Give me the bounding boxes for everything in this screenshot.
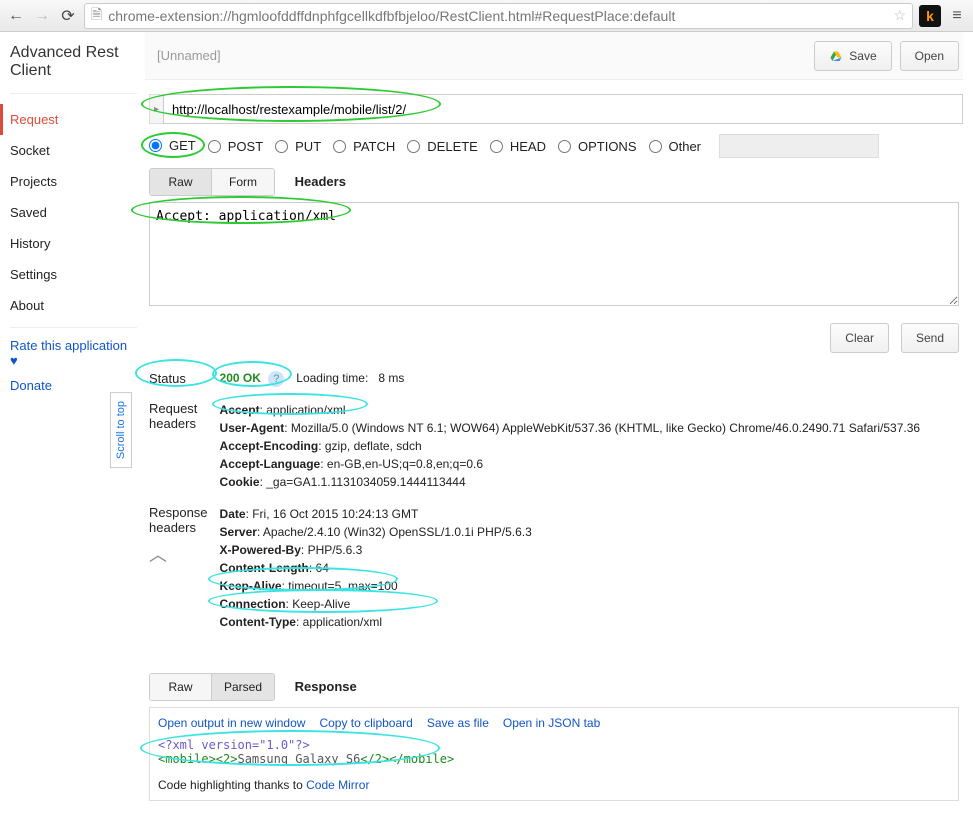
header-line: Accept-Encoding: gzip, deflate, sdch (220, 437, 955, 455)
response-tab-raw[interactable]: Raw (150, 674, 212, 700)
hamburger-icon[interactable]: ≡ (947, 7, 967, 25)
request-headers-label: Request headers (149, 399, 220, 493)
method-other-input[interactable] (719, 134, 879, 158)
header-line: X-Powered-By: PHP/5.6.3 (220, 541, 955, 559)
back-icon[interactable]: ← (6, 7, 26, 25)
header-line: Content-Type: application/xml (220, 613, 955, 631)
extension-k-icon[interactable]: k (919, 5, 941, 27)
url-expand-icon[interactable]: ▸ (149, 94, 163, 124)
omnibox-text: chrome-extension://hgmloofddffdnphfgcell… (108, 8, 887, 24)
star-icon[interactable]: ☆ (893, 7, 906, 24)
divider (10, 93, 137, 94)
response-headers-label: Response headers ︿ (149, 503, 220, 633)
method-radio-patch[interactable] (333, 140, 346, 153)
code-mirror-link[interactable]: Code Mirror (306, 778, 369, 792)
nav-item-saved[interactable]: Saved (10, 197, 137, 228)
url-row: ▸ (149, 94, 963, 124)
response-tab-parsed[interactable]: Parsed (212, 674, 274, 700)
method-put[interactable]: PUT (275, 139, 321, 154)
method-radio-other[interactable] (649, 140, 662, 153)
method-radio-head[interactable] (490, 140, 503, 153)
nav-item-history[interactable]: History (10, 228, 137, 259)
method-get[interactable]: GET (149, 138, 196, 153)
loading-time-label: Loading time: (296, 371, 368, 385)
status-label: Status (149, 371, 186, 386)
method-head[interactable]: HEAD (490, 139, 546, 154)
response-box: Open output in new window Copy to clipbo… (149, 707, 959, 801)
info-icon[interactable]: ? (268, 371, 284, 387)
forward-icon[interactable]: → (32, 7, 52, 25)
header-line: Cookie: _ga=GA1.1.1131034059.1444113444 (220, 473, 955, 491)
save-file-link[interactable]: Save as file (427, 716, 489, 730)
status-value: 200 OK ? (220, 369, 297, 389)
method-post[interactable]: POST (208, 139, 263, 154)
send-button[interactable]: Send (901, 323, 959, 353)
method-radio-delete[interactable] (407, 140, 420, 153)
header-line: Date: Fri, 16 Oct 2015 10:24:13 GMT (220, 505, 955, 523)
method-radio-post[interactable] (208, 140, 221, 153)
headers-tab-raw[interactable]: Raw (150, 169, 212, 195)
chevron-up-icon[interactable]: ︿ (149, 541, 167, 567)
nav-item-settings[interactable]: Settings (10, 259, 137, 290)
scroll-to-top[interactable]: Scroll to top (110, 392, 132, 468)
headers-label: Headers (295, 174, 346, 189)
open-button[interactable]: Open (900, 41, 959, 71)
header-line: User-Agent: Mozilla/5.0 (Windows NT 6.1;… (220, 419, 955, 437)
clear-button[interactable]: Clear (830, 323, 889, 353)
credit-line: Code highlighting thanks to Code Mirror (158, 778, 950, 792)
app-title: Advanced Rest Client (10, 44, 137, 79)
response-body: <?xml version="1.0"?> <mobile><2>Samsung… (158, 738, 950, 766)
header-line: Connection: Keep-Alive (220, 595, 955, 613)
divider (10, 327, 137, 328)
reload-icon[interactable]: ⟳ (58, 6, 78, 26)
method-patch[interactable]: PATCH (333, 139, 395, 154)
nav-item-projects[interactable]: Projects (10, 166, 137, 197)
open-json-tab-link[interactable]: Open in JSON tab (503, 716, 600, 730)
method-delete[interactable]: DELETE (407, 139, 478, 154)
method-other[interactable]: Other (649, 139, 702, 154)
nav-item-about[interactable]: About (10, 290, 137, 321)
page-icon: 🗎 (91, 4, 102, 28)
header-line: Content-Length: 64 (220, 559, 955, 577)
save-button[interactable]: Save (814, 41, 891, 71)
donate-link[interactable]: Donate (10, 378, 137, 393)
status-text: OK (243, 371, 261, 385)
header-line: Accept: application/xml (220, 401, 955, 419)
copy-clipboard-link[interactable]: Copy to clipboard (319, 716, 412, 730)
save-button-label: Save (849, 49, 876, 63)
response-label: Response (295, 679, 357, 694)
browser-toolbar: ← → ⟳ 🗎 chrome-extension://hgmloofddffdn… (0, 0, 973, 32)
status-code: 200 (220, 371, 240, 385)
method-radio-put[interactable] (275, 140, 288, 153)
header-line: Accept-Language: en-GB,en-US;q=0.8,en;q=… (220, 455, 955, 473)
rate-link[interactable]: Rate this application ♥ (10, 338, 137, 368)
method-radio-options[interactable] (558, 140, 571, 153)
omnibox[interactable]: 🗎 chrome-extension://hgmloofddffdnphfgce… (84, 3, 913, 29)
loading-time-value: 8 ms (378, 371, 404, 385)
method-row: GET POST PUT PATCH DELETE HEAD OPTIONS Other (149, 134, 963, 158)
open-output-link[interactable]: Open output in new window (158, 716, 305, 730)
nav-item-request[interactable]: Request (0, 104, 137, 135)
nav-item-socket[interactable]: Socket (10, 135, 137, 166)
gdrive-icon (829, 50, 843, 62)
headers-textarea[interactable]: Accept: application/xml (149, 202, 959, 306)
header-line: Keep-Alive: timeout=5, max=100 (220, 577, 955, 595)
header-line: Server: Apache/2.4.10 (Win32) OpenSSL/1.… (220, 523, 955, 541)
url-input[interactable] (163, 94, 963, 124)
headers-tab-form[interactable]: Form (212, 169, 274, 195)
request-name: [Unnamed] (157, 48, 221, 63)
method-radio-get[interactable] (149, 139, 162, 152)
method-options[interactable]: OPTIONS (558, 139, 637, 154)
